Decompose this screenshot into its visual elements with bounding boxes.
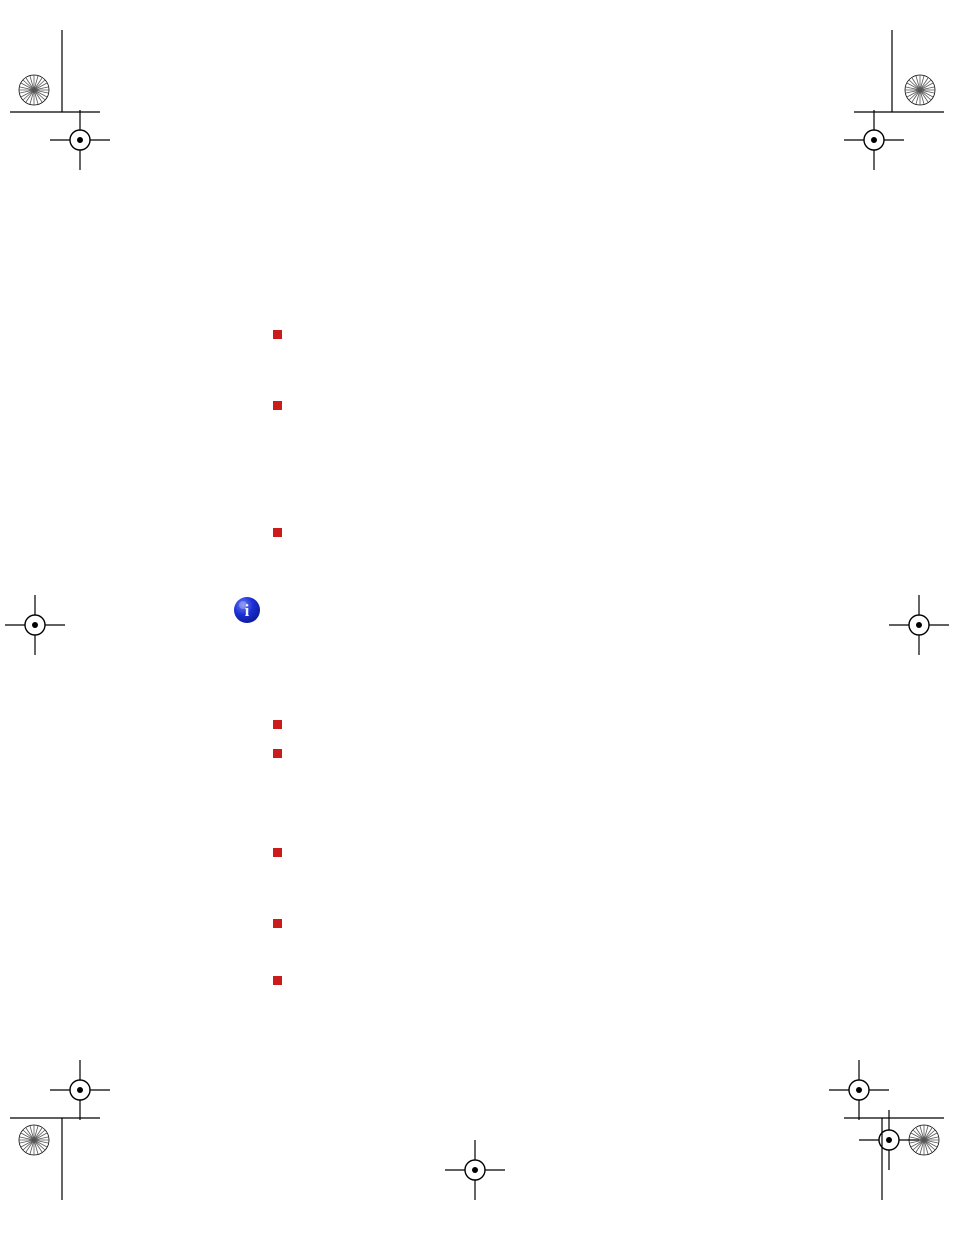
list-bullet (273, 976, 282, 985)
list-bullet (273, 401, 282, 410)
crop-mark-bottom-right (804, 1040, 954, 1235)
crop-mark-top-right (814, 0, 954, 195)
info-icon (234, 597, 260, 623)
crop-mark-mid-right (874, 590, 954, 665)
list-bullet (273, 919, 282, 928)
list-bullet (273, 749, 282, 758)
list-bullet (273, 330, 282, 339)
list-bullet (273, 848, 282, 857)
crop-mark-bottom-center (430, 1130, 520, 1215)
list-bullet (273, 720, 282, 729)
crop-mark-mid-left (0, 590, 80, 665)
crop-mark-top-left (0, 0, 140, 195)
list-bullet (273, 528, 282, 537)
crop-mark-bottom-left (0, 1040, 140, 1235)
